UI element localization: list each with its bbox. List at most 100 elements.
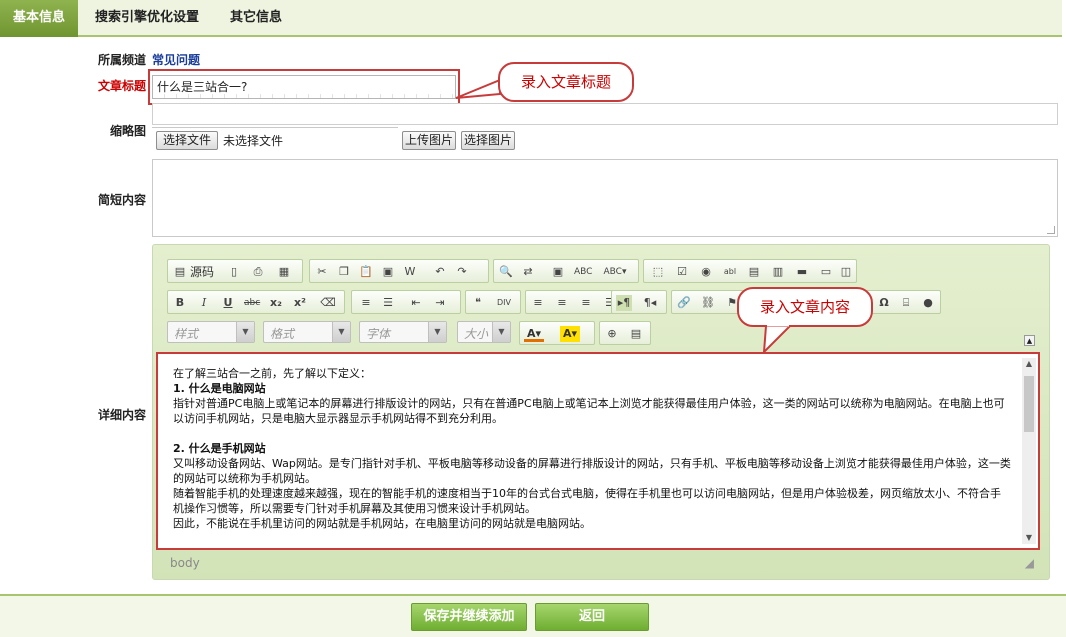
align-center-icon[interactable]: ≡: [554, 295, 570, 311]
content-heading-2: 2. 什么是手机网站: [173, 442, 266, 455]
div-container-icon[interactable]: DIV: [496, 295, 512, 311]
maximize-icon[interactable]: ⊕: [604, 326, 620, 342]
tab-seo-settings[interactable]: 搜索引擎优化设置: [80, 0, 214, 37]
tab-other-info[interactable]: 其它信息: [216, 0, 296, 37]
cut-icon[interactable]: ✂: [314, 264, 330, 280]
content-paragraph-4: 因此，不能说在手机里访问的网站就是手机网站，在电脑里访问的网站就是电脑网站。: [173, 517, 591, 530]
checkbox-icon[interactable]: ☑: [674, 264, 690, 280]
text-field-icon[interactable]: abl: [722, 264, 738, 280]
textarea-icon[interactable]: ▤: [746, 264, 762, 280]
image-button-icon[interactable]: ▭: [818, 264, 834, 280]
source-button-label[interactable]: 源码: [190, 264, 214, 280]
paste-icon[interactable]: 📋: [358, 264, 374, 280]
select-all-icon[interactable]: ▣: [550, 264, 566, 280]
bg-color-icon[interactable]: A▾: [560, 326, 580, 342]
choose-file-button[interactable]: 选择文件: [156, 131, 218, 150]
superscript-icon[interactable]: x²: [292, 295, 308, 311]
font-dropdown[interactable]: 字体 ▼: [359, 321, 447, 343]
hidden-field-icon[interactable]: ◫: [838, 264, 854, 280]
form-icon[interactable]: ⬚: [650, 264, 666, 280]
find-icon[interactable]: 🔍: [498, 264, 514, 280]
bold-icon[interactable]: B: [172, 295, 188, 311]
format-dropdown-value: 格式: [270, 327, 295, 341]
chevron-down-icon: ▼: [428, 322, 446, 342]
italic-icon[interactable]: I: [196, 295, 212, 311]
style-dropdown[interactable]: 样式 ▼: [167, 321, 255, 343]
toolbar-group-lists: ≡ ☰ ⇤ ⇥: [351, 290, 461, 314]
strike-icon[interactable]: abc: [244, 295, 260, 311]
underline-icon[interactable]: U: [220, 295, 236, 311]
element-path-bar: body ◢: [156, 551, 1040, 575]
subscript-icon[interactable]: x₂: [268, 295, 284, 311]
tab-basic-info[interactable]: 基本信息: [0, 0, 78, 37]
replace-icon[interactable]: ⇄: [520, 264, 536, 280]
link-icon[interactable]: 🔗: [676, 295, 692, 311]
content-paragraph-1: 指针对普通PC电脑上或笔记本的屏幕进行排版设计的网站，只有在普通PC电脑上或笔记…: [173, 397, 1005, 425]
save-and-continue-button[interactable]: 保存并继续添加: [411, 603, 527, 631]
editor-resize-icon[interactable]: ◢: [1025, 551, 1034, 575]
page-break-icon[interactable]: ⌸: [898, 295, 914, 311]
paste-word-icon[interactable]: W: [402, 264, 418, 280]
chevron-down-icon: ▼: [236, 322, 254, 342]
summary-textarea[interactable]: [152, 159, 1058, 237]
blockquote-icon[interactable]: ❝: [470, 295, 486, 311]
back-button[interactable]: 返回: [535, 603, 649, 631]
toolbar-group-blocks: ❝ DIV: [465, 290, 521, 314]
size-dropdown-value: 大小: [464, 327, 489, 341]
paste-text-icon[interactable]: ▣: [380, 264, 396, 280]
collapse-toolbar-icon[interactable]: ▲: [1024, 335, 1035, 346]
indent-icon[interactable]: ⇥: [432, 295, 448, 311]
rtl-icon[interactable]: ¶◂: [642, 295, 658, 311]
toolbar-group-clipboard: ✂ ❐ 📋 ▣ W ↶ ↷: [309, 259, 489, 283]
scrollbar-thumb[interactable]: [1024, 376, 1034, 432]
bulleted-list-icon[interactable]: ☰: [380, 295, 396, 311]
special-char-icon[interactable]: Ω: [876, 295, 892, 311]
remove-format-icon[interactable]: ⌫: [320, 295, 336, 311]
radio-icon[interactable]: ◉: [698, 264, 714, 280]
text-color-icon[interactable]: A▾: [524, 326, 544, 342]
thumbnail-path-input[interactable]: [152, 103, 1058, 125]
ltr-icon[interactable]: ▸¶: [616, 295, 632, 311]
select-image-button[interactable]: 选择图片: [461, 131, 515, 150]
thumbnail-label: 缩略图: [109, 124, 146, 138]
toolbar-group-colors: A▾ A▾: [519, 321, 595, 345]
redo-icon[interactable]: ↷: [454, 264, 470, 280]
size-dropdown[interactable]: 大小 ▼: [457, 321, 511, 343]
source-icon[interactable]: ▤: [172, 264, 188, 280]
button-field-icon[interactable]: ▬: [794, 264, 810, 280]
resize-grip-icon[interactable]: [1047, 226, 1055, 234]
tab-bar: 基本信息 搜索引擎优化设置 其它信息: [0, 0, 1062, 37]
outdent-icon[interactable]: ⇤: [408, 295, 424, 311]
align-right-icon[interactable]: ≡: [578, 295, 594, 311]
unlink-icon[interactable]: ⛓: [700, 295, 716, 311]
select-field-icon[interactable]: ▥: [770, 264, 786, 280]
new-page-icon[interactable]: ▯: [226, 264, 242, 280]
toolbar-group-find: 🔍 ⇄ ▣ ABC ABC▾: [493, 259, 639, 283]
chevron-down-icon: ▼: [492, 322, 510, 342]
element-path[interactable]: body: [170, 556, 200, 570]
detail-label: 详细内容: [97, 408, 146, 422]
channel-label: 所属频道: [97, 53, 146, 67]
scroll-up-icon[interactable]: ▲: [1022, 358, 1036, 370]
spellcheck-icon[interactable]: ABC: [574, 264, 592, 280]
upload-image-button[interactable]: 上传图片: [402, 131, 456, 150]
format-dropdown[interactable]: 格式 ▼: [263, 321, 351, 343]
content-heading-1: 1. 什么是电脑网站: [173, 382, 266, 395]
spellcheck-dropdown-icon[interactable]: ABC▾: [600, 264, 630, 280]
editor-body: 在了解三站合一之前，先了解以下定义： 1. 什么是电脑网站 指针对普通PC电脑上…: [173, 366, 1011, 531]
title-callout-pointer: [455, 78, 501, 99]
editor-content-area[interactable]: 在了解三站合一之前，先了解以下定义： 1. 什么是电脑网站 指针对普通PC电脑上…: [156, 352, 1040, 550]
numbered-list-icon[interactable]: ≡: [358, 295, 374, 311]
undo-icon[interactable]: ↶: [432, 264, 448, 280]
title-highlight-box: [148, 69, 460, 105]
align-left-icon[interactable]: ≡: [530, 295, 546, 311]
scroll-down-icon[interactable]: ▼: [1022, 532, 1036, 544]
show-blocks-icon[interactable]: ▤: [628, 326, 644, 342]
toolbar-group-forms: ⬚ ☑ ◉ abl ▤ ▥ ▬ ▭ ◫: [643, 259, 857, 283]
copy-icon[interactable]: ❐: [336, 264, 352, 280]
templates-icon[interactable]: ▦: [276, 264, 292, 280]
editor-scrollbar[interactable]: ▲ ▼: [1022, 358, 1036, 544]
iframe-icon[interactable]: ●: [920, 295, 936, 311]
print-icon[interactable]: ⎙: [250, 264, 266, 280]
toolbar-group-document: ▤ 源码 ▯ ⎙ ▦: [167, 259, 303, 283]
